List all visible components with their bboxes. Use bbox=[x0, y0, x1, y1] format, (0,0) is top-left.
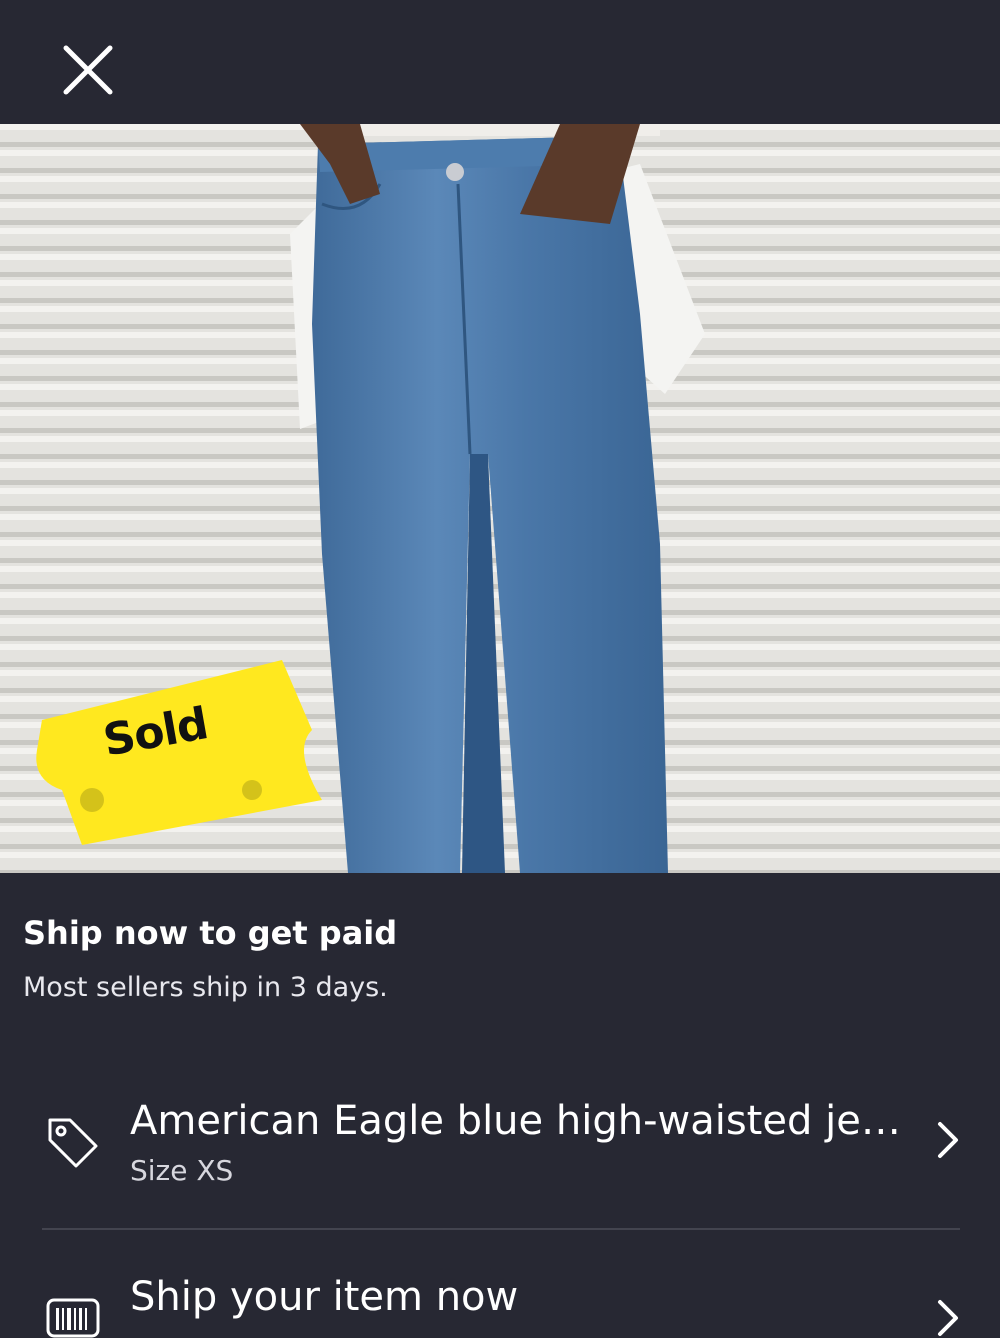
top-bar bbox=[0, 0, 1000, 124]
chevron-right-icon bbox=[938, 1122, 958, 1158]
ship-now-title: Ship now to get paid bbox=[23, 914, 398, 952]
close-icon bbox=[63, 45, 113, 95]
chevron-right-icon bbox=[938, 1300, 958, 1336]
ship-now-subtitle: Most sellers ship in 3 days. bbox=[23, 972, 388, 1003]
ship-item-row[interactable]: Ship your item now bbox=[0, 1262, 1000, 1338]
ship-item-title: Ship your item now bbox=[130, 1274, 519, 1320]
item-size: Size XS bbox=[130, 1154, 234, 1187]
barcode-icon bbox=[46, 1298, 100, 1338]
tag-icon bbox=[48, 1118, 98, 1168]
item-title: American Eagle blue high-waisted jeans bbox=[130, 1098, 910, 1144]
listing-photo: Sold bbox=[0, 124, 1000, 873]
close-button[interactable] bbox=[52, 34, 124, 106]
row-divider bbox=[42, 1228, 960, 1230]
item-row[interactable]: American Eagle blue high-waisted jeans S… bbox=[0, 1090, 1000, 1210]
